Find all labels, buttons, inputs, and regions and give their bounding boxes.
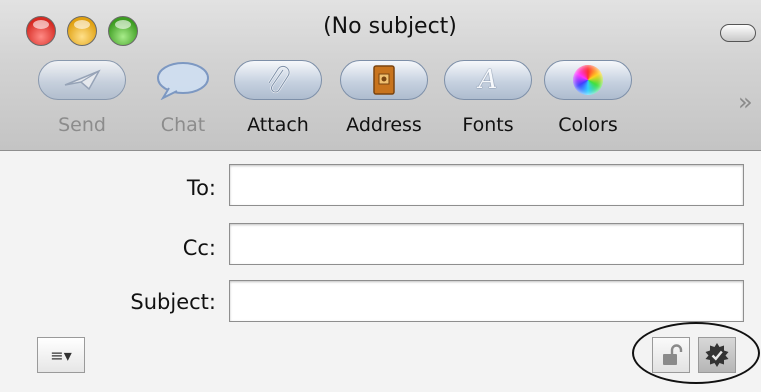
attach-button[interactable]: Attach xyxy=(230,60,326,140)
chat-button[interactable]: Chat xyxy=(135,60,231,140)
fonts-label: Fonts xyxy=(462,114,514,136)
to-field[interactable] xyxy=(229,164,744,206)
close-button[interactable] xyxy=(26,16,56,46)
send-icon xyxy=(38,60,126,100)
signature-seal-icon xyxy=(705,343,729,367)
paperclip-icon xyxy=(234,60,322,100)
send-button[interactable]: Send xyxy=(34,60,130,140)
color-wheel-icon xyxy=(544,60,632,100)
compose-window: (No subject) Send Chat Attach Address A … xyxy=(0,0,761,392)
fonts-button[interactable]: A Fonts xyxy=(440,60,536,140)
colors-label: Colors xyxy=(558,114,618,136)
toolbar-overflow-icon[interactable]: » xyxy=(738,88,753,116)
subject-label: Subject: xyxy=(130,290,216,314)
send-label: Send xyxy=(58,114,106,136)
cc-label: Cc: xyxy=(182,236,216,260)
address-button[interactable]: Address xyxy=(336,60,432,140)
address-book-icon xyxy=(340,60,428,100)
header-form: To: Cc: Subject: ≡▾ xyxy=(0,151,761,392)
cc-field[interactable] xyxy=(229,223,744,265)
format-menu-button[interactable]: ≡▾ xyxy=(37,337,85,373)
fonts-icon: A xyxy=(444,60,532,100)
attach-label: Attach xyxy=(247,114,309,136)
minimize-button[interactable] xyxy=(67,16,97,46)
chat-icon xyxy=(139,60,227,100)
subject-field[interactable] xyxy=(229,280,744,322)
toolbar-toggle-button[interactable] xyxy=(720,24,756,42)
colors-button[interactable]: Colors xyxy=(540,60,636,140)
unlocked-lock-icon xyxy=(663,344,683,365)
window-title: (No subject) xyxy=(323,14,457,39)
to-label: To: xyxy=(186,176,216,200)
sign-button[interactable] xyxy=(698,337,736,373)
address-label: Address xyxy=(346,114,422,136)
zoom-button[interactable] xyxy=(108,16,138,46)
title-bar: (No subject) Send Chat Attach Address A … xyxy=(0,0,761,151)
encrypt-button[interactable] xyxy=(652,337,690,373)
